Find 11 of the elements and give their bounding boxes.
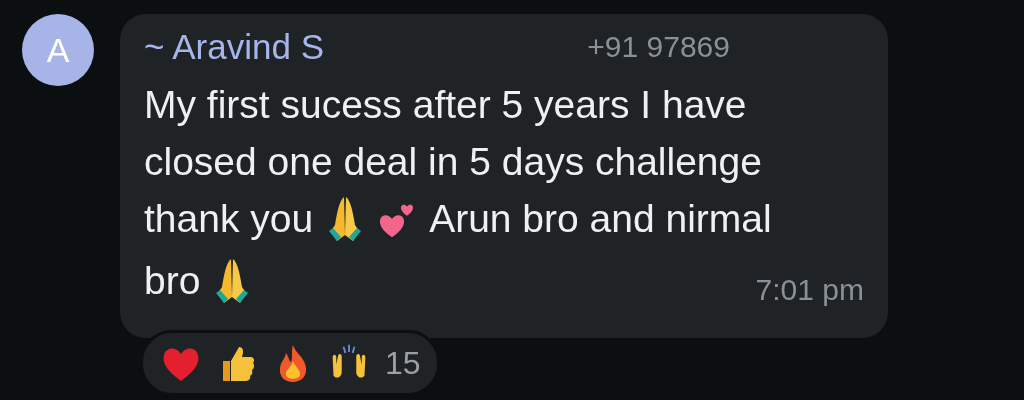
message-text: closed one deal in 5 days challenge — [144, 139, 762, 184]
timestamp: 7:01 pm — [755, 273, 864, 307]
avatar: A — [22, 14, 94, 86]
reactions-bar[interactable]: 15 — [140, 330, 440, 396]
message-text: thank you — [144, 196, 314, 241]
message-text: bro — [144, 259, 201, 303]
message-text: Arun bro and nirmal — [429, 196, 772, 241]
message-text: My first sucess after 5 years I have — [144, 82, 747, 127]
sender-name: ~ Aravind S — [144, 27, 324, 67]
reaction-count: 15 — [385, 344, 421, 382]
phone-number: +91 97869 — [587, 30, 730, 64]
